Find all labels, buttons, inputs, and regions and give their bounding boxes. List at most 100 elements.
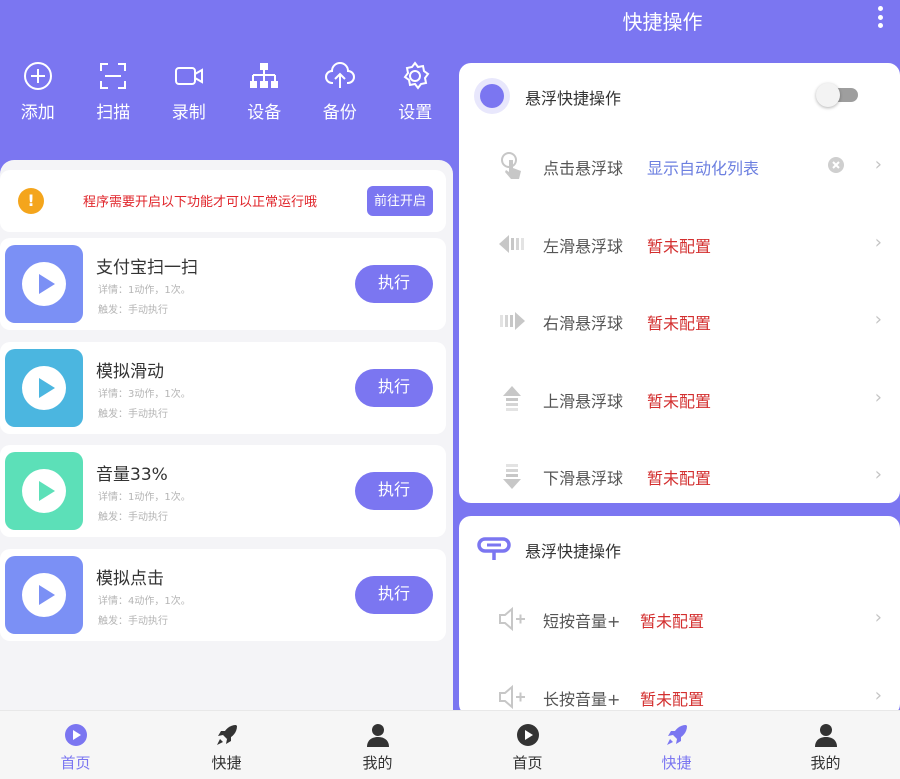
row-label: 左滑悬浮球 <box>543 236 624 256</box>
swipe-left-row[interactable]: 左滑悬浮球 暂未配置 › <box>459 205 900 283</box>
task-detail: 详情：1动作，1次。 <box>98 492 191 503</box>
chevron-right-icon: › <box>874 231 882 253</box>
play-icon <box>38 481 55 501</box>
chevron-right-icon: › <box>874 607 882 628</box>
play-icon <box>38 378 55 398</box>
row-value: 暂未配置 <box>647 314 712 333</box>
nav-shortcut-label: 快捷 <box>661 754 692 772</box>
nav-home[interactable]: 首页 <box>453 711 602 779</box>
card-header: 悬浮快捷操作 <box>459 516 900 580</box>
chevron-right-icon: › <box>874 464 882 485</box>
nav-profile-label: 我的 <box>362 754 393 772</box>
execute-button[interactable]: 执行 <box>355 472 433 510</box>
record-icon <box>174 67 203 85</box>
card-header: 悬浮快捷操作 <box>459 63 900 127</box>
execute-button[interactable]: 执行 <box>355 576 433 614</box>
notice-text: 程序需要开启以下功能才可以正常运行哦 <box>83 195 318 210</box>
row-label: 点击悬浮球 <box>543 159 624 178</box>
swipe-left-icon <box>499 234 524 253</box>
volume-up-icon <box>499 684 525 709</box>
row-value: 暂未配置 <box>647 391 712 411</box>
task-name: 音量33% <box>96 465 168 485</box>
page-title: 快捷操作 <box>622 10 703 34</box>
device-button[interactable]: 设备 <box>227 60 303 140</box>
rocket-icon <box>666 725 687 745</box>
task-card[interactable]: 支付宝扫一扫 详情：1动作，1次。 触发：手动执行 执行 <box>0 238 446 330</box>
permission-notice: ! 程序需要开启以下功能才可以正常运行哦 前往开启 <box>0 170 446 232</box>
task-trigger: 触发：手动执行 <box>98 409 168 420</box>
nav-profile[interactable]: 我的 <box>302 711 453 779</box>
scan-button[interactable]: 扫描 <box>76 60 152 140</box>
swipe-right-icon <box>500 312 525 330</box>
settings-button[interactable]: 设置 <box>378 60 454 140</box>
floating-ball-icon <box>474 78 510 114</box>
settings-icon <box>403 61 430 90</box>
task-thumbnail <box>5 452 83 530</box>
nav-shortcut-label: 快捷 <box>211 754 242 772</box>
task-detail: 详情：3动作，1次。 <box>98 389 191 400</box>
settings-label: 设置 <box>398 103 433 123</box>
row-label: 下滑悬浮球 <box>543 469 624 488</box>
record-label: 录制 <box>171 103 206 123</box>
tap-ball-row[interactable]: 点击悬浮球 显示自动化列表 › <box>459 127 900 205</box>
row-value: 显示自动化列表 <box>647 159 760 178</box>
swipe-up-row[interactable]: 上滑悬浮球 暂未配置 › <box>459 360 900 438</box>
nav-shortcut[interactable]: 快捷 <box>602 711 751 779</box>
task-name: 模拟滑动 <box>96 362 164 382</box>
more-menu-icon[interactable] <box>878 6 884 28</box>
execute-button[interactable]: 执行 <box>355 265 433 303</box>
home-play-icon <box>516 724 539 746</box>
task-trigger: 触发：手动执行 <box>98 616 168 627</box>
backup-label: 备份 <box>322 103 357 123</box>
link-icon <box>477 537 511 560</box>
nav-shortcut[interactable]: 快捷 <box>151 711 302 779</box>
play-icon <box>38 274 55 294</box>
backup-button[interactable]: 备份 <box>302 60 378 140</box>
task-detail: 详情：1动作，1次。 <box>98 285 191 296</box>
task-thumbnail <box>5 349 83 427</box>
backup-icon <box>324 62 355 88</box>
task-card[interactable]: 音量33% 详情：1动作，1次。 触发：手动执行 执行 <box>0 445 446 537</box>
task-thumbnail <box>5 245 83 323</box>
home-play-icon <box>64 724 87 746</box>
chevron-right-icon: › <box>874 386 882 408</box>
row-value: 暂未配置 <box>647 236 712 256</box>
device-icon <box>250 63 279 88</box>
nav-profile-label: 我的 <box>810 754 841 772</box>
nav-home-label: 首页 <box>512 754 543 772</box>
clear-icon[interactable] <box>827 156 845 174</box>
task-card[interactable]: 模拟滑动 详情：3动作，1次。 触发：手动执行 执行 <box>0 342 446 434</box>
short-press-volume-row[interactable]: 短按音量+ 暂未配置 › <box>459 580 900 658</box>
bottom-nav: 首页 快捷 我的 <box>453 710 900 779</box>
swipe-right-row[interactable]: 右滑悬浮球 暂未配置 › <box>459 282 900 360</box>
go-enable-button[interactable]: 前往开启 <box>367 186 433 216</box>
row-label: 上滑悬浮球 <box>543 391 624 411</box>
add-label: 添加 <box>20 103 55 123</box>
chevron-right-icon: › <box>874 684 882 706</box>
add-button[interactable]: 添加 <box>0 60 76 140</box>
nav-home[interactable]: 首页 <box>0 711 151 779</box>
nav-profile[interactable]: 我的 <box>751 711 900 779</box>
row-value: 暂未配置 <box>647 469 712 488</box>
task-name: 模拟点击 <box>96 569 164 589</box>
shortcut-screen: 快捷操作 悬浮快捷操作 点击悬浮球 显示自动化列表 › 左滑悬浮球 暂未配置 ›… <box>453 0 900 779</box>
volume-key-card: 悬浮快捷操作 短按音量+ 暂未配置 › 长按音量+ 暂未配置 › <box>459 516 900 716</box>
user-icon <box>814 724 837 747</box>
floating-toggle[interactable] <box>816 83 858 107</box>
nav-home-label: 首页 <box>60 754 91 772</box>
task-trigger: 触发：手动执行 <box>98 305 168 316</box>
task-trigger: 触发：手动执行 <box>98 512 168 523</box>
chevron-right-icon: › <box>874 309 882 330</box>
task-card[interactable]: 模拟点击 详情：4动作，1次。 触发：手动执行 执行 <box>0 549 446 641</box>
card-header-label: 悬浮快捷操作 <box>525 89 622 108</box>
swipe-up-icon <box>503 385 521 411</box>
task-detail: 详情：4动作，1次。 <box>98 596 191 607</box>
row-value: 暂未配置 <box>640 689 705 709</box>
add-icon <box>23 62 52 90</box>
swipe-down-row[interactable]: 下滑悬浮球 暂未配置 › <box>459 437 900 515</box>
execute-button[interactable]: 执行 <box>355 369 433 407</box>
chevron-right-icon: › <box>874 154 882 175</box>
record-button[interactable]: 录制 <box>151 60 227 140</box>
swipe-down-icon <box>503 464 521 489</box>
rocket-icon <box>216 725 237 745</box>
